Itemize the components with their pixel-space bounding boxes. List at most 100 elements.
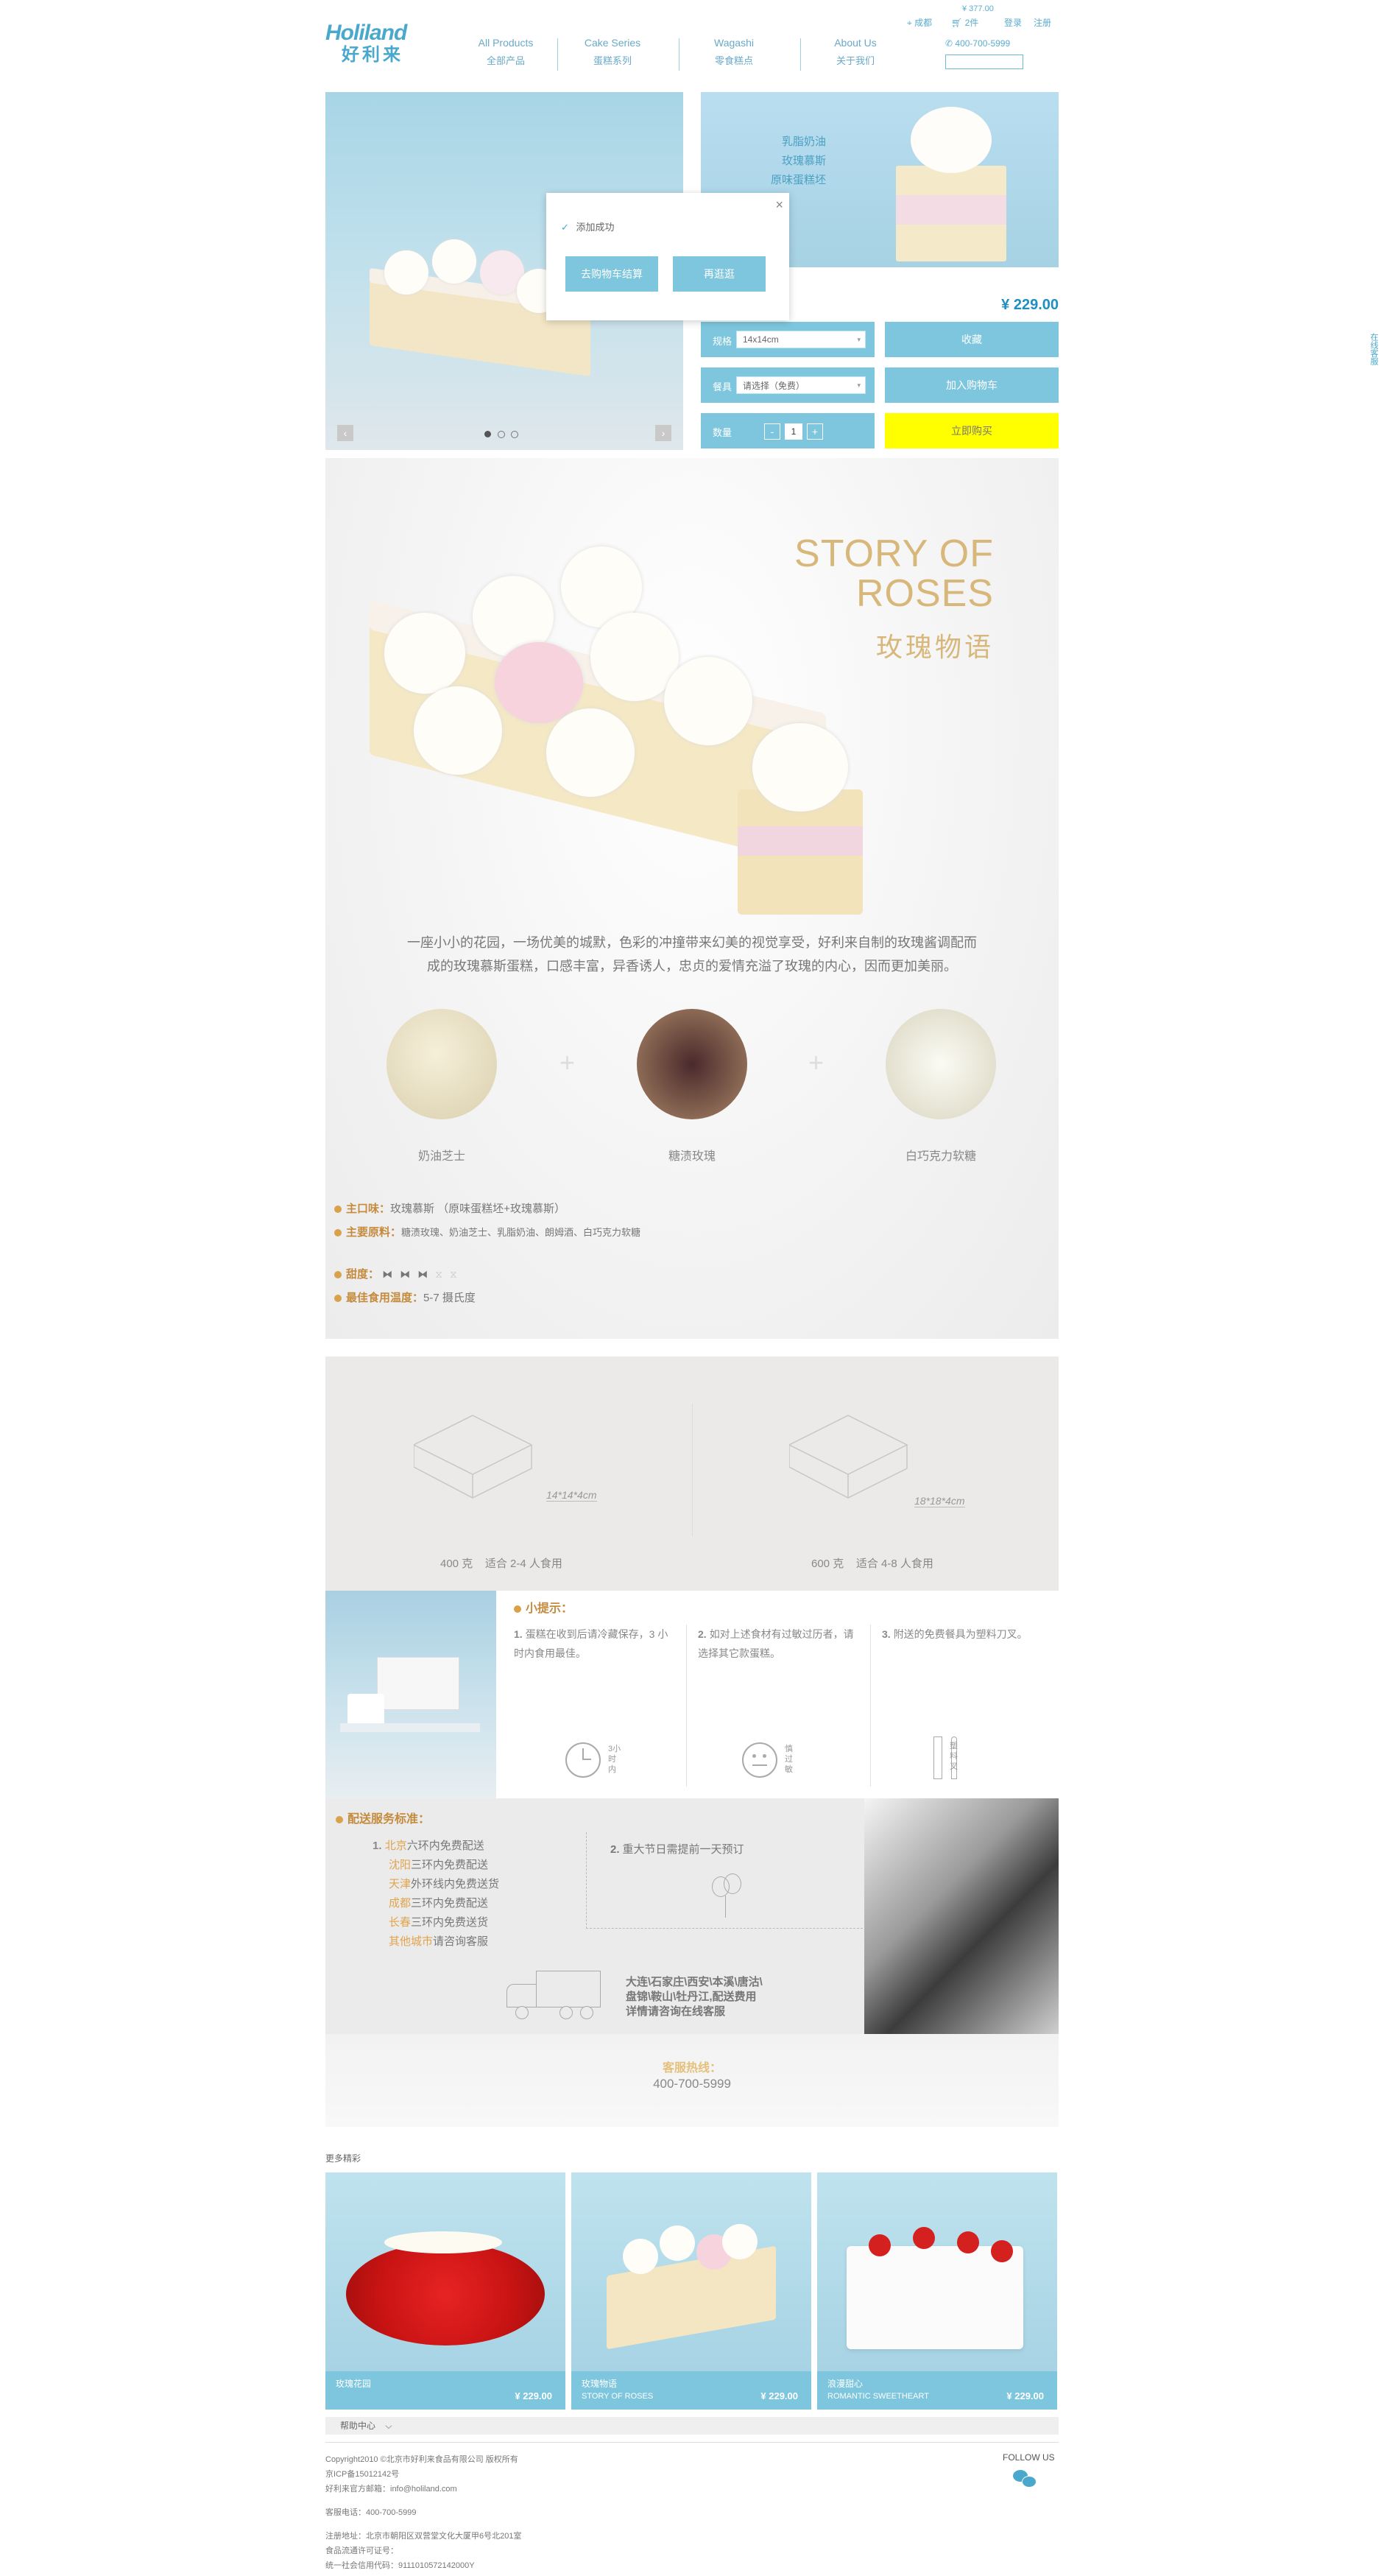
nav-cn: 零食糕点 xyxy=(714,55,753,66)
size-option-2: 18*18*4cm 600 克 适合 4-8 人食用 xyxy=(774,1401,995,1577)
spec-select[interactable]: 14x14cm ▾ xyxy=(736,331,866,348)
tip-num: 3. xyxy=(882,1628,891,1640)
help-center-bar[interactable]: 帮助中心 ⌵ xyxy=(325,2417,1059,2435)
chevron-down-icon: ⌵ xyxy=(385,2421,392,2431)
tableware-select[interactable]: 请选择（免费） ▾ xyxy=(736,376,866,394)
wechat-icon[interactable] xyxy=(1013,2470,1038,2489)
tip-1: 1. 蛋糕在收到后请冷藏保存，3 小时内食用最佳。 3小时内 xyxy=(514,1625,676,1794)
tip-icon-label: 慎过敏 xyxy=(785,1745,793,1774)
search-box[interactable] xyxy=(945,54,1023,69)
city-selector[interactable]: ⌖ 成都 xyxy=(907,16,932,29)
material-value: 糖渍玫瑰、奶油芝士、乳脂奶油、朗姆酒、白巧克力软糖 xyxy=(401,1227,641,1238)
ingredient-label: 白巧克力软糖 xyxy=(905,1150,976,1163)
rule-1: 1. 北京六环内免费配送 xyxy=(373,1840,484,1852)
icp-number: 京ICP备15012142号 xyxy=(325,2470,400,2479)
continue-shopping-button[interactable]: 再逛逛 xyxy=(673,256,766,292)
other-cities-line: 大连\石家庄\西安\本溪\唐沽\ xyxy=(626,1976,763,1988)
cart-link[interactable]: 🛒︎ 2件 xyxy=(951,16,978,29)
story-description: 一座小小的花园，一场优美的城默，色彩的冲撞带来幻美的视觉享受，好利来自制的玫瑰酱… xyxy=(370,931,1014,978)
bread-photo xyxy=(864,1798,1059,2034)
rule-4: 成都三环内免费配送 xyxy=(373,1894,499,1913)
nav-item-about-us[interactable]: About Us 关于我们 xyxy=(808,37,903,67)
search-input[interactable] xyxy=(946,55,1023,68)
tip-2: 2. 如对上述食材有过敏过历者，请选择其它款蛋糕。 慎过敏 xyxy=(698,1625,860,1794)
check-icon: ✓ xyxy=(561,222,569,233)
collect-button[interactable]: 收藏 xyxy=(885,322,1059,357)
story-section: STORY OF ROSES 玫瑰物语 一座小小的花园，一场优美的城默，色彩的冲… xyxy=(325,458,1059,1339)
product-card-sub: STORY OF ROSES xyxy=(582,2392,654,2401)
header: Holiland 好利来 All Products 全部产品 Cake Seri… xyxy=(325,0,1059,81)
nav-item-wagashi[interactable]: Wagashi 零食糕点 xyxy=(686,37,782,67)
footer-info: Copyright2010 ©北京市好利来食品有限公司 版权所有 京ICP备15… xyxy=(325,2452,693,2573)
tip-num: 2. xyxy=(698,1628,707,1640)
buy-now-button[interactable]: 立即购买 xyxy=(885,413,1059,448)
nav-en: About Us xyxy=(834,37,877,49)
hotline-label: 客服热线： xyxy=(662,2062,721,2074)
location-icon: ⌖ xyxy=(907,18,912,28)
tip-text: 3. 附送的免费餐具为塑料刀叉。 xyxy=(882,1625,1051,1644)
tip-icon-label: 3小时内 xyxy=(608,1745,621,1774)
rule-text: 三环内免费配送 xyxy=(411,1897,489,1910)
product-card-image xyxy=(817,2172,1057,2371)
rule-text: 外环线内免费送货 xyxy=(411,1878,500,1890)
logo-cn: 好利来 xyxy=(342,45,403,65)
food-license: 食品流通许可证号： xyxy=(325,2547,398,2555)
carousel-dot-active[interactable] xyxy=(484,431,491,437)
phone-number: 400-700-5999 xyxy=(955,38,1011,49)
box-outline-icon xyxy=(789,1415,908,1499)
close-icon[interactable]: × xyxy=(775,197,783,213)
register-link[interactable]: 注册 xyxy=(1034,16,1051,29)
product-card-image xyxy=(571,2172,811,2371)
rule-2: 沈阳三环内免费配送 xyxy=(373,1856,499,1875)
product-specs: 主口味：玫瑰慕斯 （原味蛋糕坯+玫瑰慕斯） 主要原料：糖渍玫瑰、奶油芝士、乳脂奶… xyxy=(334,1197,997,1310)
product-card-3[interactable]: 浪漫甜心 ROMANTIC SWEETHEART ¥ 229.00 xyxy=(817,2172,1057,2410)
cart-icon: 🛒︎ xyxy=(951,18,963,28)
more-title: 更多精彩 xyxy=(325,2153,361,2164)
carousel-next-button[interactable]: › xyxy=(655,425,671,441)
rule-3: 天津外环线内免费送货 xyxy=(373,1875,499,1894)
nav-en: All Products xyxy=(478,37,534,49)
quantity-minus-button[interactable]: - xyxy=(764,423,780,440)
story-desc-line-2: 成的玫瑰慕斯蛋糕，口感丰富，异香诱人，忠贞的爱情充溢了玫瑰的内心，因而更加美丽。 xyxy=(427,959,957,974)
side-online-service[interactable]: 在线客服 xyxy=(1369,333,1380,365)
plus-icon: + xyxy=(808,1047,825,1077)
product-card-2[interactable]: 玫瑰物语 STORY OF ROSES ¥ 229.00 xyxy=(571,2172,811,2410)
carousel-dot[interactable] xyxy=(511,431,518,438)
add-to-cart-button[interactable]: 加入购物车 xyxy=(885,367,1059,403)
go-checkout-button[interactable]: 去购物车结算 xyxy=(565,256,658,292)
product-card-1[interactable]: 玫瑰花园 ¥ 229.00 xyxy=(325,2172,565,2410)
help-center-label: 帮助中心 xyxy=(340,2421,376,2431)
login-link[interactable]: 登录 xyxy=(1004,16,1022,29)
clock-icon xyxy=(565,1742,601,1778)
rule-5: 长春三环内免费送货 xyxy=(373,1913,499,1932)
rule-text: 三环内免费配送 xyxy=(411,1859,489,1871)
nav-item-all-products[interactable]: All Products 全部产品 xyxy=(458,37,554,67)
quantity-input[interactable]: 1 xyxy=(785,423,802,440)
delivery-section: 配送服务标准： 1. 北京六环内免费配送 沈阳三环内免费配送 天津外环线内免费送… xyxy=(325,1798,1059,2034)
hotline-section: 客服热线： 400-700-5999 xyxy=(325,2034,1059,2127)
story-desc-line-1: 一座小小的花园，一场优美的城默，色彩的冲撞带来幻美的视觉享受，好利来自制的玫瑰酱… xyxy=(407,935,977,950)
carousel-prev-button[interactable]: ‹ xyxy=(337,425,353,441)
tag-2: 玫瑰慕斯 xyxy=(781,155,826,167)
registered-address: 注册地址：北京市朝阳区双营堂文化大厦甲6号北201室 xyxy=(325,2532,522,2541)
official-email: 好利来官方邮箱：info@holiland.com xyxy=(325,2485,457,2494)
bullet-icon xyxy=(334,1206,342,1214)
carousel-dot[interactable] xyxy=(498,431,505,438)
rule-text: 三环内免费送货 xyxy=(411,1916,489,1929)
tip-body: 蛋糕在收到后请冷藏保存，3 小时内食用最佳。 xyxy=(514,1628,668,1659)
nav-item-cake-series[interactable]: Cake Series 蛋糕系列 xyxy=(565,37,660,67)
tip-divider xyxy=(870,1625,871,1787)
brand-logo[interactable]: Holiland 好利来 xyxy=(325,22,436,66)
product-card-price: ¥ 229.00 xyxy=(1006,2390,1044,2401)
temperature-value: 5-7 摄氏度 xyxy=(423,1292,476,1304)
nav-cn: 蛋糕系列 xyxy=(593,55,632,66)
ingredient-label: 奶油芝士 xyxy=(417,1150,465,1163)
quantity-plus-button[interactable]: + xyxy=(807,423,823,440)
tip-text: 1. 蛋糕在收到后请冷藏保存，3 小时内食用最佳。 xyxy=(514,1625,676,1663)
tag-3: 原味蛋糕坯 xyxy=(770,174,826,186)
ingredient-3: 白巧克力软糖 xyxy=(882,1009,1000,1164)
taste-value: 玫瑰慕斯 （原味蛋糕坯+玫瑰慕斯） xyxy=(390,1203,565,1215)
nav-divider xyxy=(557,38,558,71)
rule-6: 其他城市请咨询客服 xyxy=(373,1932,499,1952)
rule-city: 成都 xyxy=(389,1897,412,1910)
